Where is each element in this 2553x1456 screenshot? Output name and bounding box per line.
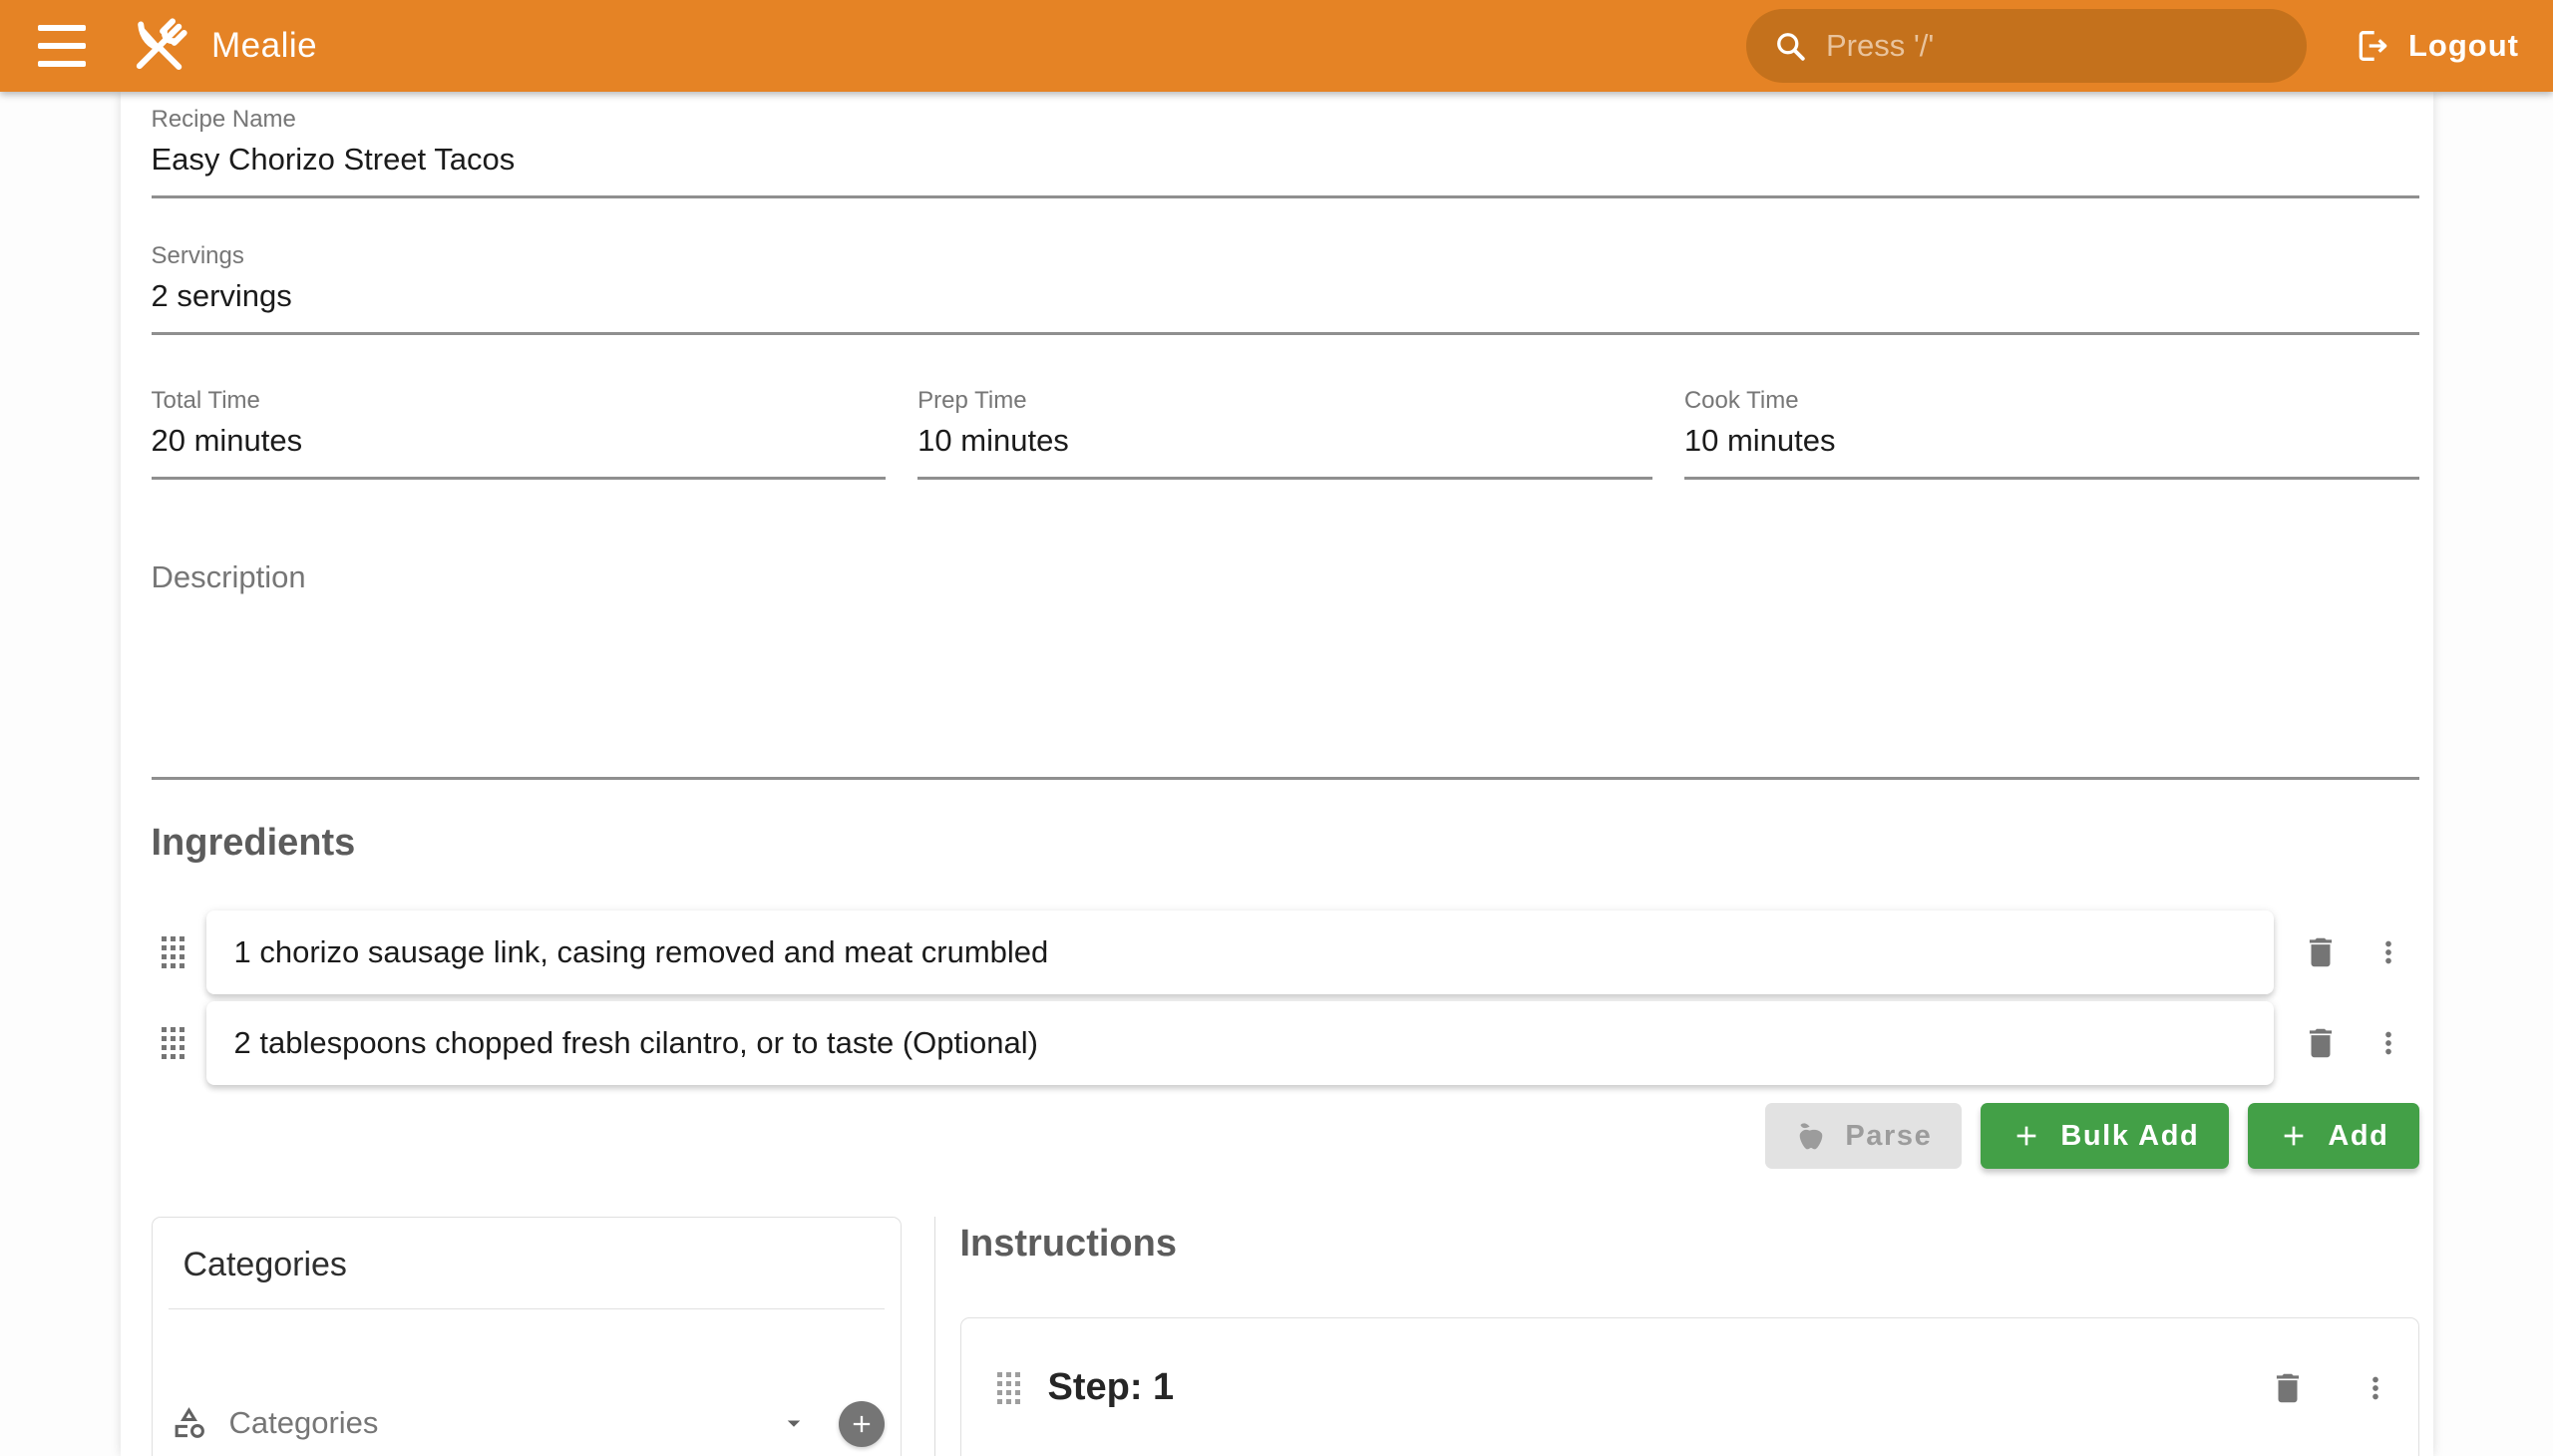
ingredient-input-card	[206, 1001, 2274, 1085]
step-menu-button[interactable]	[2359, 1371, 2392, 1405]
cook-time-label: Cook Time	[1684, 387, 2419, 415]
ingredient-row	[152, 910, 2419, 994]
kebab-icon	[2359, 1371, 2392, 1405]
plus-icon	[848, 1410, 876, 1438]
categories-card: Categories Categories	[152, 1217, 902, 1456]
total-time-field: Total Time	[152, 387, 887, 480]
parse-button[interactable]: Parse	[1765, 1103, 1962, 1169]
kebab-icon	[2371, 935, 2405, 969]
ingredient-list	[152, 910, 2419, 1085]
chevron-down-icon	[779, 1408, 809, 1438]
delete-ingredient-button[interactable]	[2302, 932, 2340, 972]
recipe-name-label: Recipe Name	[152, 106, 2419, 134]
trash-icon	[2269, 1368, 2307, 1408]
cook-time-input[interactable]	[1684, 423, 2419, 459]
divider	[169, 1308, 885, 1309]
ingredient-input[interactable]	[234, 934, 2246, 970]
step-title: Step: 1	[1048, 1366, 2269, 1409]
total-time-input[interactable]	[152, 423, 887, 459]
step-card: Step: 1 Combine crumbled chorizo	[960, 1317, 2419, 1456]
parse-label: Parse	[1845, 1120, 1932, 1153]
recipe-name-input[interactable]	[152, 142, 2419, 178]
instructions-column: Instructions Step: 1	[935, 1217, 2419, 1456]
prep-time-field: Prep Time	[917, 387, 1652, 480]
trash-icon	[2302, 1023, 2340, 1063]
delete-step-button[interactable]	[2269, 1368, 2307, 1408]
shapes-icon	[171, 1404, 207, 1441]
servings-field: Servings	[152, 242, 2419, 335]
logout-icon	[2353, 26, 2392, 66]
total-time-label: Total Time	[152, 387, 887, 415]
ingredient-input[interactable]	[234, 1025, 2246, 1061]
ingredient-menu-button[interactable]	[2371, 1026, 2405, 1060]
drag-handle-icon[interactable]	[997, 1372, 1020, 1404]
drag-handle-icon[interactable]	[162, 936, 184, 968]
menu-icon[interactable]	[38, 25, 86, 67]
categories-select[interactable]: Categories	[169, 1389, 817, 1456]
search-box[interactable]	[1746, 9, 2307, 83]
search-icon	[1772, 28, 1808, 64]
recipe-editor: Recipe Name Servings Total Time Prep Tim…	[121, 92, 2433, 1456]
categories-select-placeholder: Categories	[229, 1405, 779, 1441]
mealie-logo-icon	[122, 8, 197, 84]
ingredient-row	[152, 1001, 2419, 1085]
description-label: Description	[152, 559, 2419, 595]
add-category-button[interactable]	[839, 1401, 885, 1447]
apple-icon	[1795, 1120, 1827, 1152]
bulk-add-button[interactable]: Bulk Add	[1981, 1103, 2229, 1169]
times-row: Total Time Prep Time Cook Time	[152, 387, 2419, 480]
prep-time-input[interactable]	[917, 423, 1652, 459]
add-ingredient-button[interactable]: Add	[2248, 1103, 2418, 1169]
ingredient-menu-button[interactable]	[2371, 935, 2405, 969]
kebab-icon	[2371, 1026, 2405, 1060]
description-textarea[interactable]	[152, 595, 2419, 777]
lower-columns: Categories Categories	[152, 1217, 2419, 1456]
step-header: Step: 1	[987, 1318, 2392, 1409]
description-field[interactable]: Description	[152, 559, 2419, 780]
instructions-heading: Instructions	[960, 1223, 2419, 1266]
recipe-name-field: Recipe Name	[152, 106, 2419, 198]
app-header: Mealie Logout	[0, 0, 2553, 92]
prep-time-label: Prep Time	[917, 387, 1652, 415]
trash-icon	[2302, 932, 2340, 972]
servings-label: Servings	[152, 242, 2419, 270]
cook-time-field: Cook Time	[1684, 387, 2419, 480]
search-input[interactable]	[1826, 28, 2281, 64]
servings-input[interactable]	[152, 278, 2419, 314]
organizer-column: Categories Categories	[152, 1217, 935, 1456]
ingredient-actions: Parse Bulk Add Add	[152, 1103, 2419, 1169]
ingredients-heading: Ingredients	[152, 822, 2419, 865]
delete-ingredient-button[interactable]	[2302, 1023, 2340, 1063]
app-title: Mealie	[211, 26, 317, 66]
categories-select-row: Categories	[169, 1389, 885, 1456]
page-background: Recipe Name Servings Total Time Prep Tim…	[0, 92, 2553, 1456]
plus-icon	[2278, 1120, 2310, 1152]
logout-label: Logout	[2408, 28, 2519, 64]
ingredient-input-card	[206, 910, 2274, 994]
logout-button[interactable]: Logout	[2347, 16, 2525, 76]
plus-icon	[2010, 1120, 2042, 1152]
drag-handle-icon[interactable]	[162, 1027, 184, 1059]
add-label: Add	[2328, 1120, 2388, 1153]
categories-card-title: Categories	[153, 1218, 901, 1308]
bulk-add-label: Bulk Add	[2060, 1120, 2199, 1153]
